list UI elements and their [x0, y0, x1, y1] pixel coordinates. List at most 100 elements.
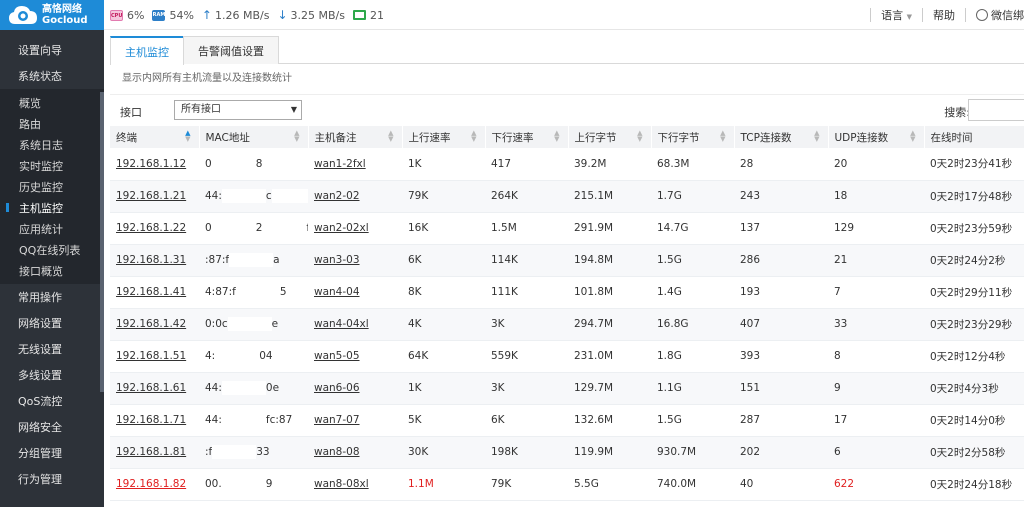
mac-address: 0:0c e [199, 308, 308, 341]
help-link[interactable]: 帮助 [933, 7, 955, 23]
download-rate: 111K [485, 276, 568, 309]
sidebar-item-common-ops[interactable]: 常用操作 [0, 284, 104, 310]
table-row: 192.168.1.61 44: 0e wan6-06 1K 3K 129.7M 1.1G 15… [110, 372, 1024, 405]
sidebar-item-behavior-management[interactable]: 行为管理 [0, 466, 104, 492]
sidebar-scrollbar[interactable] [100, 92, 104, 392]
column-header-download-rate[interactable]: 下行速率 ▲ ▼ [485, 126, 569, 148]
sort-icon[interactable]: ▲ ▼ [388, 130, 393, 143]
system-stats: CPU 6% RAM 54% ↑ 1.26 MB/s ↓ 3.25 MB/s 2… [110, 0, 392, 30]
cloud-logo-icon [9, 6, 37, 24]
column-header-udp[interactable]: UDP连接数 ▲ ▼ [828, 126, 925, 148]
sidebar-subitem-system-log[interactable]: 系统日志 [0, 134, 104, 155]
upload-rate: 1K [402, 148, 485, 181]
sidebar-subitem-routing[interactable]: 路由 [0, 113, 104, 134]
sort-icon[interactable]: ▲ ▼ [294, 130, 299, 143]
column-header-upload-rate[interactable]: 上行速率 ▲ ▼ [402, 126, 486, 148]
interface-select[interactable]: 所有接口 ▼ [174, 100, 302, 120]
host-note-link[interactable]: wan2-02 [308, 180, 402, 213]
sidebar-item-system-status[interactable]: 系统状态 [0, 63, 104, 89]
upload-rate: 16K [402, 212, 485, 245]
sidebar-item-multiline-settings[interactable]: 多线设置 [0, 362, 104, 388]
column-header-terminal[interactable]: 终端 ▲ ▼ [110, 126, 200, 148]
sidebar-item-wireless-settings[interactable]: 无线设置 [0, 336, 104, 362]
host-note-link[interactable]: wan2-02xl [308, 212, 402, 245]
host-note-link[interactable]: wan5-05 [308, 340, 402, 373]
wechat-icon [976, 9, 988, 21]
sidebar-item-network-settings[interactable]: 网络设置 [0, 310, 104, 336]
sort-icon[interactable]: ▲ ▼ [554, 130, 559, 143]
sort-icon[interactable]: ▲ ▼ [637, 130, 642, 143]
online-time: 0天2时24分2秒 [924, 244, 1024, 277]
column-header-tcp[interactable]: TCP连接数 ▲ ▼ [734, 126, 829, 148]
online-hosts-stat[interactable]: 21 [352, 9, 384, 22]
column-header-online-time[interactable]: 在线时间 [924, 126, 1024, 148]
host-ip-link[interactable]: 192.168.1.22 [110, 212, 199, 245]
download-bytes: 14.7G [651, 212, 734, 245]
host-note-link[interactable]: wan8-08xl [308, 468, 402, 501]
host-note-link[interactable]: wan3-03 [308, 244, 402, 277]
tcp-connections: 287 [734, 404, 828, 437]
brand-logo[interactable]: 高恪网络 Gocloud [0, 0, 104, 30]
upload-bytes: 101.8M [568, 276, 651, 309]
upload-bytes: 39.2M [568, 148, 651, 181]
download-bytes: 16.8G [651, 308, 734, 341]
monitor-icon [352, 10, 366, 20]
host-note-link[interactable]: wan6-06 [308, 372, 402, 405]
host-ip-link[interactable]: 192.168.1.21 [110, 180, 199, 213]
cpu-icon: CPU [110, 9, 123, 21]
sidebar-subitem-host-monitor[interactable]: 主机监控 [0, 197, 104, 218]
column-header-upload-bytes[interactable]: 上行字节 ▲ ▼ [568, 126, 652, 148]
sidebar-subitem-overview[interactable]: 概览 [0, 92, 104, 113]
host-ip-link[interactable]: 192.168.1.81 [110, 436, 199, 469]
sidebar-item-qos[interactable]: QoS流控 [0, 388, 104, 414]
host-ip-link[interactable]: 192.168.1.42 [110, 308, 199, 341]
language-label: 语言 [881, 9, 904, 22]
host-note-link[interactable]: wan4-04xl [308, 308, 402, 341]
host-note-link[interactable]: wan4-04 [308, 276, 402, 309]
host-note-link[interactable]: wan1-2fxl [308, 148, 402, 181]
mac-address: :87:f a [199, 244, 308, 277]
table-row: 192.168.1.41 4:87:f 5 wan4-04 8K 111K 101.8M 1.… [110, 276, 1024, 309]
host-note-link[interactable]: wan8-08 [308, 436, 402, 469]
host-note-link[interactable]: wan7-07 [308, 404, 402, 437]
sidebar-subitem-interface-overview[interactable]: 接口概览 [0, 260, 104, 281]
wechat-bind-link[interactable]: 微信绑 [976, 7, 1024, 23]
column-header-download-bytes[interactable]: 下行字节 ▲ ▼ [651, 126, 735, 148]
host-ip-link[interactable]: 192.168.1.31 [110, 244, 199, 277]
tcp-connections: 28 [734, 148, 828, 181]
download-bytes: 1.7G [651, 180, 734, 213]
column-header-host-note[interactable]: 主机备注 ▲ ▼ [308, 126, 403, 148]
online-time: 0天2时24分18秒 [924, 468, 1024, 501]
mac-address: 4:87:f 5 [199, 276, 308, 309]
language-menu[interactable]: 语言 ▼ [881, 7, 912, 23]
sort-icon[interactable]: ▲ ▼ [814, 130, 819, 143]
column-header-mac[interactable]: MAC地址 ▲ ▼ [199, 126, 309, 148]
sidebar-item-network-security[interactable]: 网络安全 [0, 414, 104, 440]
search-input[interactable] [968, 99, 1024, 121]
sidebar-subitem-qq-online[interactable]: QQ在线列表 [0, 239, 104, 260]
tab-alert-threshold[interactable]: 告警阈值设置 [183, 36, 279, 64]
host-ip-link[interactable]: 192.168.1.71 [110, 404, 199, 437]
host-ip-link[interactable]: 192.168.1.82 [110, 468, 199, 501]
host-ip-link[interactable]: 192.168.1.61 [110, 372, 199, 405]
tab-host-monitor[interactable]: 主机监控 [110, 36, 184, 65]
host-ip-link[interactable]: 192.168.1.51 [110, 340, 199, 373]
sidebar-item-group-management[interactable]: 分组管理 [0, 440, 104, 466]
host-ip-link[interactable]: 192.168.1.41 [110, 276, 199, 309]
sidebar-subitem-app-stats[interactable]: 应用统计 [0, 218, 104, 239]
table-row: 192.168.1.12 0 8 wan1-2fxl 1K 417 39.2M 68.3M 28… [110, 148, 1024, 181]
interface-label: 接口 [120, 106, 142, 119]
online-time: 0天2时17分48秒 [924, 180, 1024, 213]
sort-icon[interactable]: ▲ ▼ [720, 130, 725, 143]
sort-icon[interactable]: ▲ ▼ [910, 130, 915, 143]
table-row: 192.168.1.82 00. 9 wan8-08xl 1.1M 79K 5.5G 740.… [110, 468, 1024, 501]
udp-connections: 622 [828, 468, 924, 501]
download-bytes: 1.5G [651, 404, 734, 437]
sidebar-subitem-realtime-monitor[interactable]: 实时监控 [0, 155, 104, 176]
host-ip-link[interactable]: 192.168.1.12 [110, 148, 199, 181]
mac-address: 02f3 [199, 212, 308, 245]
sidebar-subitem-history-monitor[interactable]: 历史监控 [0, 176, 104, 197]
sort-asc-icon[interactable]: ▲ ▼ [185, 130, 190, 143]
sort-icon[interactable]: ▲ ▼ [471, 130, 476, 143]
sidebar-item-setup-wizard[interactable]: 设置向导 [0, 37, 104, 63]
